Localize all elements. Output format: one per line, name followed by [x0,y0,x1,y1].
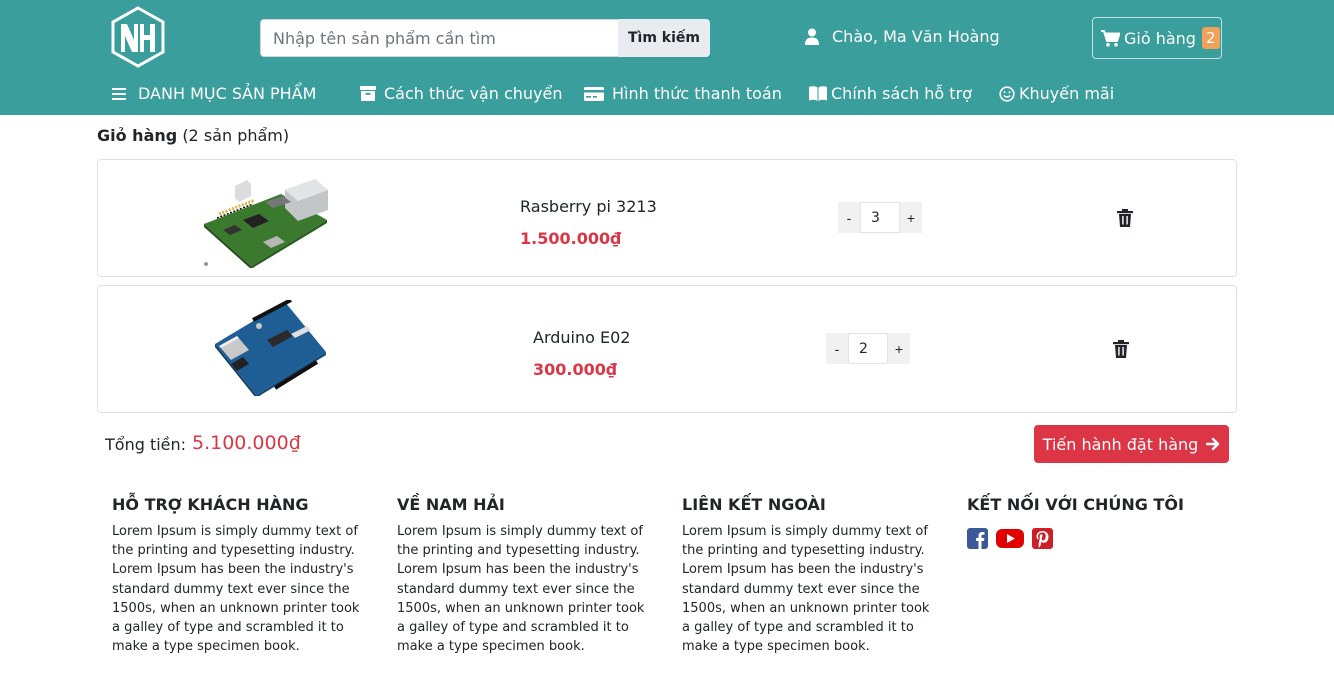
facebook-icon[interactable] [967,528,988,549]
user-icon [805,28,819,45]
nav-label: Khuyến mãi [1019,84,1115,103]
nav-label: Chính sách hỗ trợ [831,84,972,103]
footer-heading: HỖ TRỢ KHÁCH HÀNG [112,495,309,514]
quantity-stepper: - 3 + [838,202,922,233]
arrow-right-icon [1206,437,1220,451]
decrease-quantity-button[interactable]: - [826,333,848,364]
product-name[interactable]: Rasberry pi 3213 [520,197,657,216]
increase-quantity-button[interactable]: + [900,202,922,233]
pinterest-icon[interactable] [1032,528,1053,549]
product-image-raspberry-pi[interactable] [201,172,329,268]
quantity-stepper: - 2 + [826,333,910,364]
cart-count-badge: 2 [1201,27,1220,49]
footer-column-links: LIÊN KẾT NGOÀI Lorem Ipsum is simply dum… [682,495,940,656]
nav-item-shipping[interactable]: Cách thức vận chuyển [360,84,562,103]
quantity-input[interactable]: 2 [848,333,888,364]
nav-label: Hình thức thanh toán [612,84,782,103]
search-button[interactable]: Tìm kiếm [618,19,710,57]
nav-item-payment[interactable]: Hình thức thanh toán [584,84,782,103]
shopping-cart-icon [1101,29,1120,47]
total-label: Tổng tiền: [105,435,187,454]
footer-column-about: VỀ NAM HẢI Lorem Ipsum is simply dummy t… [397,495,655,656]
product-image-arduino[interactable] [213,300,328,396]
product-price: 300.000₫ [533,360,618,379]
cart-heading: Giỏ hàng [97,126,178,145]
credit-card-icon [584,86,604,101]
nav-item-support[interactable]: Chính sách hỗ trợ [809,84,972,103]
menu-icon [112,87,126,100]
decrease-quantity-button[interactable]: - [838,202,860,233]
trash-icon[interactable] [1117,209,1133,227]
cart-row: Arduino E02 300.000₫ - 2 + [97,285,1237,413]
nav-label: Cách thức vận chuyển [384,84,563,103]
greeting-text: Chào, Ma Văn Hoàng [832,27,1000,46]
user-greeting[interactable]: Chào, Ma Văn Hoàng [804,27,1000,46]
trash-icon[interactable] [1113,340,1129,358]
nav-item-promo[interactable]: Khuyến mãi [999,84,1114,103]
youtube-icon[interactable] [996,528,1024,549]
site-header: Tìm kiếm Chào, Ma Văn Hoàng Giỏ hàng 2 D… [0,0,1334,115]
open-book-icon [809,86,827,101]
increase-quantity-button[interactable]: + [888,333,910,364]
search-input[interactable] [260,19,618,57]
footer-heading: LIÊN KẾT NGOÀI [682,495,826,514]
cart-item-count: (2 sản phẩm) [182,126,290,145]
total-value: 5.100.000₫ [192,432,301,454]
nav-label: DANH MỤC SẢN PHẨM [138,84,317,103]
footer-column-support: HỖ TRỢ KHÁCH HÀNG Lorem Ipsum is simply … [112,495,370,656]
product-price: 1.500.000₫ [520,229,622,248]
main-nav: DANH MỤC SẢN PHẨM Cách thức vận chuyển H… [0,84,1334,110]
footer-text: Lorem Ipsum is simply dummy text of the … [397,524,645,655]
checkout-button[interactable]: Tiến hành đặt hàng [1034,425,1229,463]
smile-icon [999,85,1015,102]
footer-column-connect: KẾT NỐI VỚI CHÚNG TÔI [967,495,1225,549]
cart-title: Giỏ hàng (2 sản phẩm) [97,126,289,145]
cart-row: Rasberry pi 3213 1.500.000₫ - 3 + [97,159,1237,277]
search-bar: Tìm kiếm [260,19,710,57]
logo[interactable] [110,6,166,68]
footer-text: Lorem Ipsum is simply dummy text of the … [682,524,930,655]
checkout-label: Tiến hành đặt hàng [1042,434,1199,454]
cart-button[interactable]: Giỏ hàng 2 [1092,17,1222,59]
product-name[interactable]: Arduino E02 [533,328,630,347]
cart-label: Giỏ hàng [1124,28,1196,48]
nav-item-categories[interactable]: DANH MỤC SẢN PHẨM [112,84,316,103]
archive-box-icon [360,86,376,101]
quantity-input[interactable]: 3 [860,202,900,233]
social-links [967,528,1225,549]
footer-heading: VỀ NAM HẢI [397,495,505,514]
footer-text: Lorem Ipsum is simply dummy text of the … [112,524,360,655]
footer-heading: KẾT NỐI VỚI CHÚNG TÔI [967,495,1184,514]
